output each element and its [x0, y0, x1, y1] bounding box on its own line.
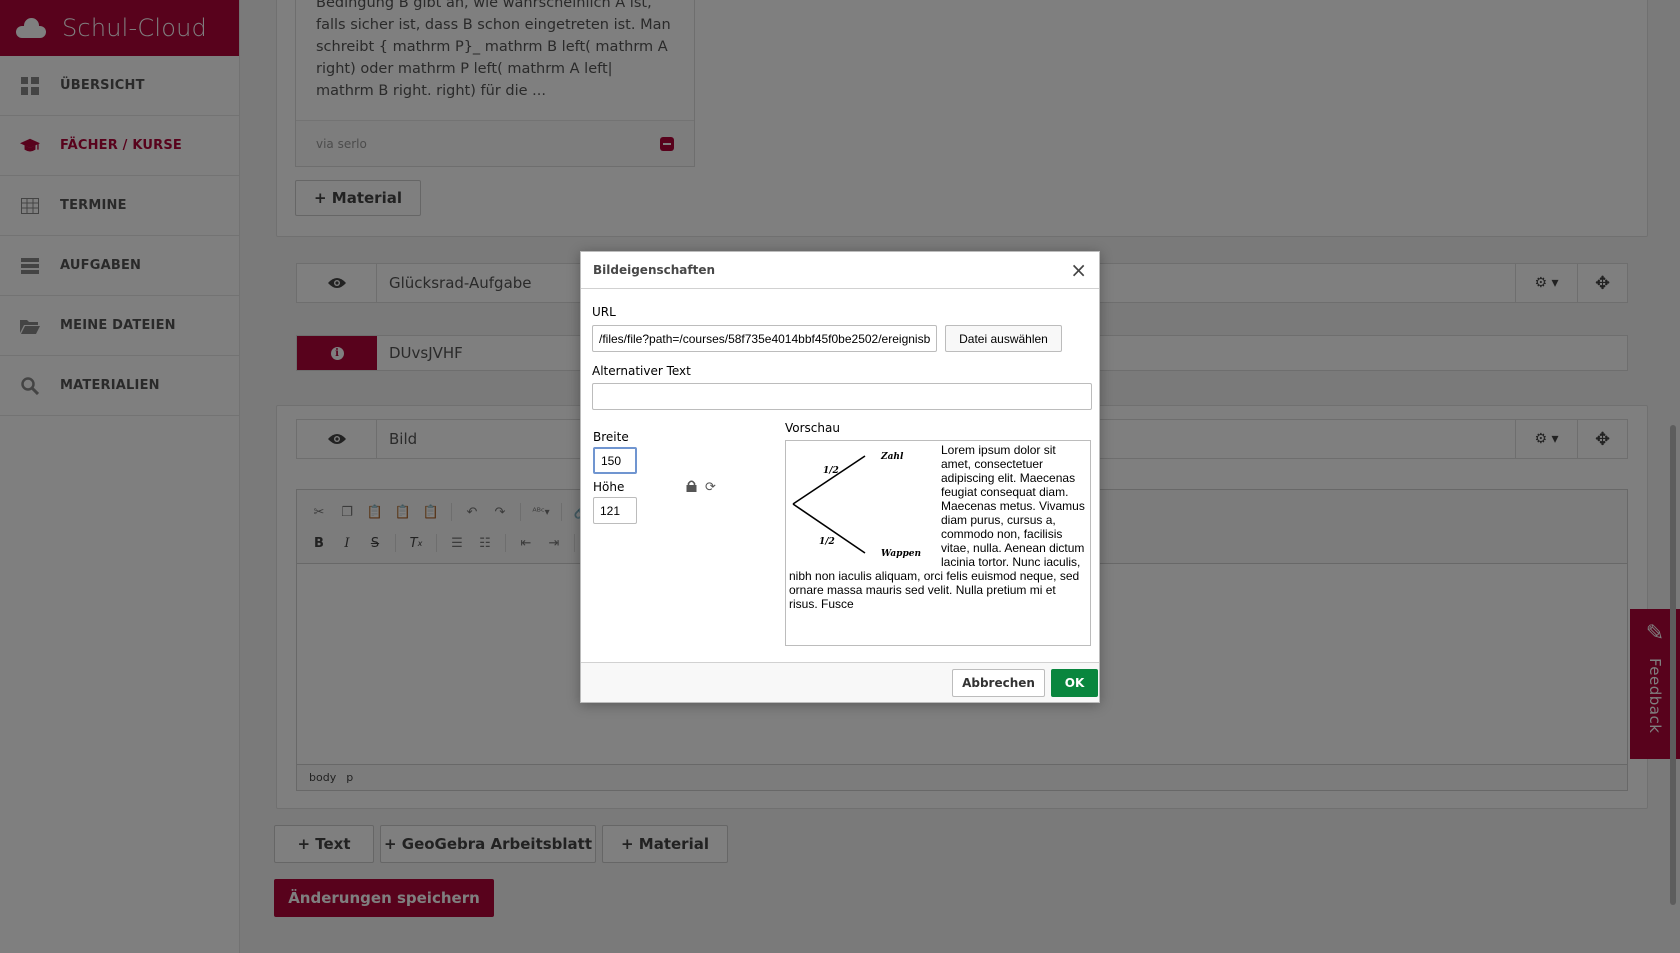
url-label: URL: [592, 305, 616, 319]
close-icon[interactable]: ×: [1070, 260, 1087, 280]
tree-top-label: Zahl: [880, 452, 904, 462]
tree-top-probability: 1/2: [823, 466, 839, 476]
preview-box: 1/2 1/2 Zahl Wappen Lorem ipsum dolor si…: [785, 440, 1091, 646]
height-input[interactable]: 121: [593, 497, 637, 524]
tree-bottom-label: Wappen: [881, 549, 921, 559]
width-input[interactable]: 150: [593, 447, 637, 474]
image-properties-dialog: Bildeigenschaften × URL /files/file?path…: [580, 251, 1100, 703]
alt-text-label: Alternativer Text: [592, 364, 691, 378]
url-input[interactable]: /files/file?path=/courses/58f735e4014bbf…: [592, 325, 937, 352]
ratio-controls: ⟳: [686, 480, 716, 496]
reset-size-icon[interactable]: ⟳: [705, 480, 716, 496]
tree-bottom-probability: 1/2: [819, 537, 835, 547]
dialog-footer: Abbrechen OK: [581, 662, 1099, 702]
cancel-button[interactable]: Abbrechen: [952, 669, 1045, 697]
lock-icon[interactable]: [686, 480, 697, 496]
choose-file-button[interactable]: Datei auswählen: [945, 325, 1062, 352]
dialog-header: Bildeigenschaften ×: [581, 252, 1099, 289]
preview-label: Vorschau: [785, 421, 840, 435]
probability-tree-image: 1/2 1/2 Zahl Wappen: [792, 452, 921, 559]
height-label: Höhe: [593, 480, 625, 494]
preview-content: 1/2 1/2 Zahl Wappen Lorem ipsum dolor si…: [786, 441, 1090, 613]
ok-button[interactable]: OK: [1051, 669, 1098, 697]
dialog-title: Bildeigenschaften: [593, 263, 716, 277]
width-label: Breite: [593, 430, 629, 444]
alt-text-input[interactable]: [592, 383, 1092, 410]
